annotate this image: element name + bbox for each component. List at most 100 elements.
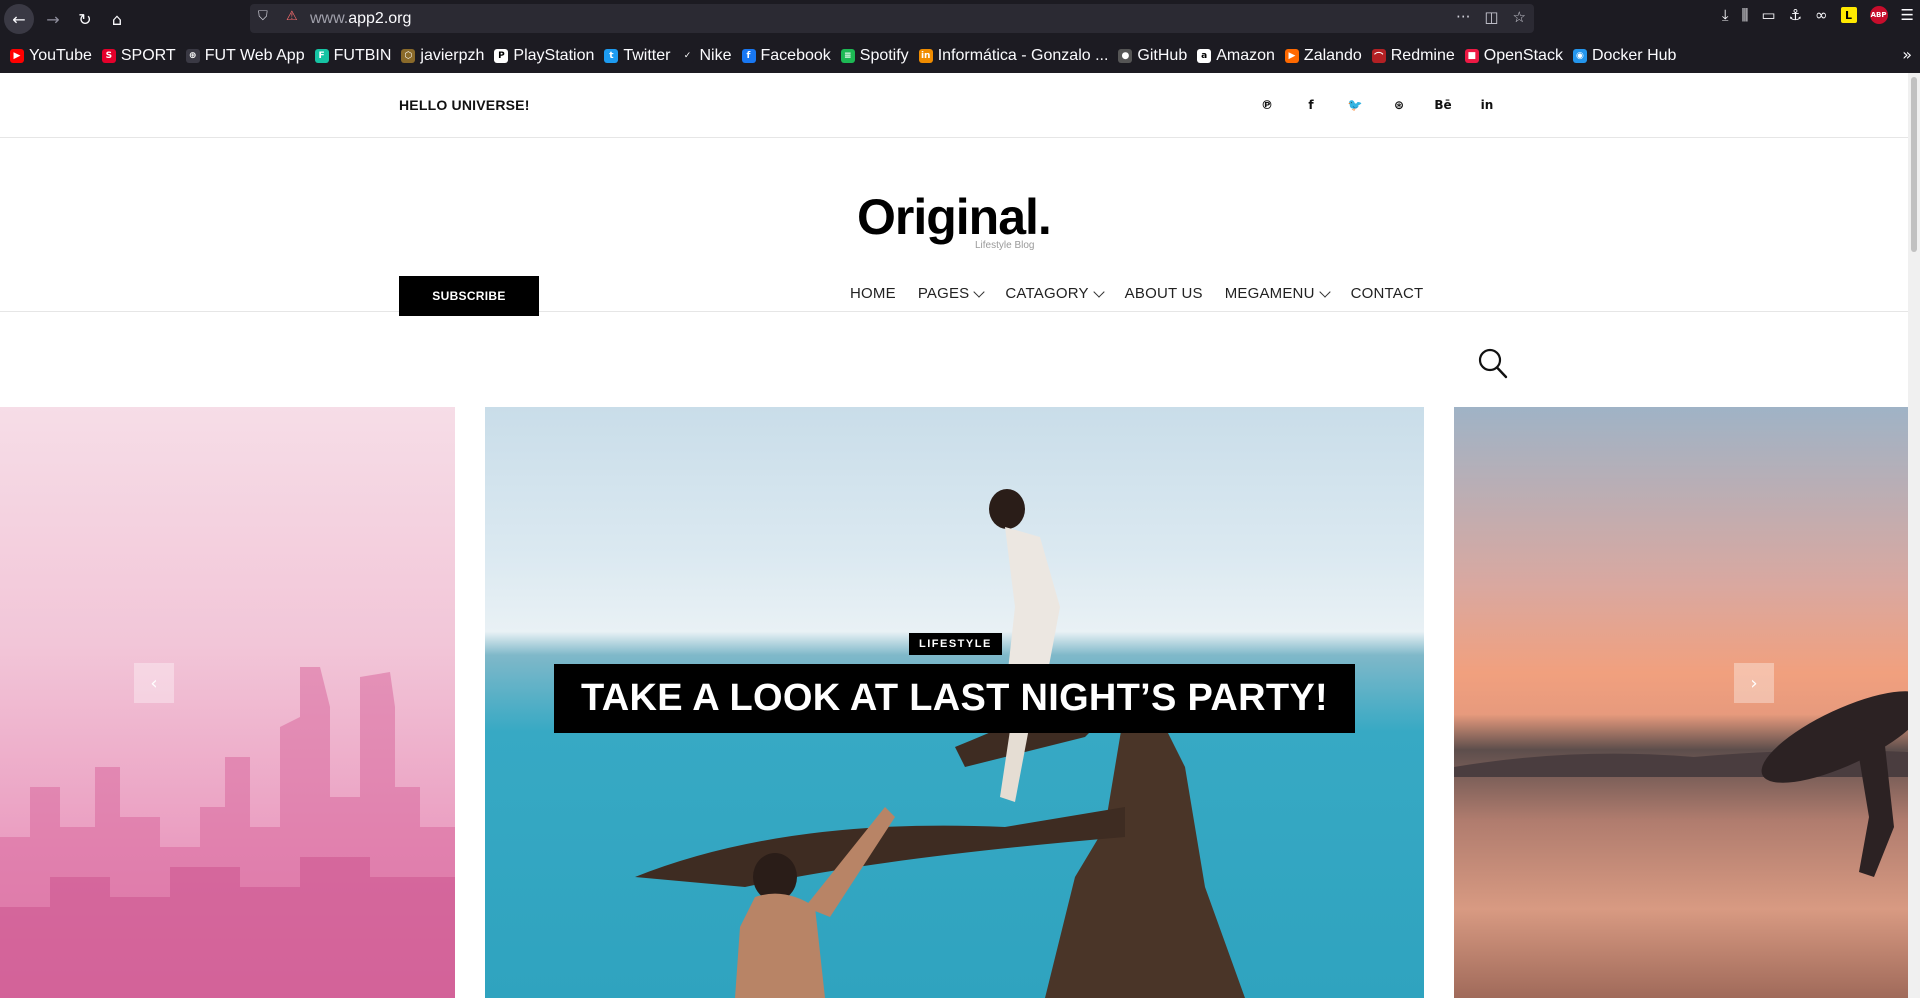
bookmarks-overflow-icon[interactable]: »	[1902, 45, 1912, 64]
globe-icon: ⊕	[185, 49, 200, 63]
site-logo[interactable]: Original.	[857, 188, 1052, 246]
nike-icon: ✓	[680, 49, 695, 63]
bookmark-label: Amazon	[1216, 47, 1275, 64]
url-bar[interactable]: ⛉ ⚠ www.app2.org ··· ◫ ☆	[250, 4, 1534, 33]
nav-item-catagory[interactable]: CATAGORY	[1005, 285, 1105, 302]
reload-button[interactable]: ↻	[70, 4, 100, 34]
bookmark-futbin[interactable]: F FUTBIN	[314, 47, 392, 65]
bookmark-docker[interactable]: ◉ Docker Hub	[1572, 47, 1677, 65]
bookmark-label: FUTBIN	[333, 47, 392, 64]
tracking-shield-icon[interactable]: ⛉	[258, 9, 268, 24]
dribbble-icon[interactable]: ⊛	[1377, 95, 1421, 115]
adblock-plus-icon[interactable]: ABP	[1869, 6, 1888, 24]
facebook-icon[interactable]: f	[1289, 95, 1333, 115]
url-text[interactable]: www.app2.org	[310, 10, 411, 28]
insecure-lock-icon[interactable]: ⚠	[286, 9, 298, 24]
facebook-icon: f	[741, 49, 756, 63]
home-button[interactable]: ⌂	[102, 4, 132, 34]
bookmark-label: Nike	[699, 47, 732, 64]
playstation-icon: P	[494, 49, 509, 63]
city-skyline-image	[0, 667, 455, 998]
bookmark-label: FUT Web App	[204, 47, 305, 64]
chevron-down-icon	[1318, 285, 1331, 298]
page-scrollbar[interactable]	[1908, 73, 1920, 998]
chevron-down-icon	[1093, 285, 1105, 298]
bookmark-label: Informática - Gonzalo ...	[937, 47, 1109, 64]
twitter-icon[interactable]: 🐦	[1333, 95, 1377, 115]
bookmark-amazon[interactable]: a Amazon	[1197, 47, 1275, 65]
bookmark-javierpzh[interactable]: ⬡ javierpzh	[401, 47, 484, 65]
github-icon: ●	[1118, 49, 1133, 63]
page-actions-icon[interactable]: ···	[1456, 8, 1470, 26]
spotify-icon: ≡	[840, 49, 855, 63]
scrollbar-thumb[interactable]	[1911, 77, 1917, 252]
bookmark-label: Spotify	[859, 47, 909, 64]
top-bar: HELLO UNIVERSE! ℗ f 🐦 ⊛ Bē in	[0, 73, 1908, 138]
redmine-icon: ⌒	[1371, 49, 1386, 63]
nav-item-home[interactable]: HOME	[850, 285, 896, 302]
slider-prev-button[interactable]: ‹	[134, 663, 174, 703]
main-nav-row	[0, 312, 1908, 407]
bookmark-sport[interactable]: S SPORT	[101, 47, 176, 65]
pinterest-icon[interactable]: ℗	[1245, 95, 1289, 115]
bookmark-label: Redmine	[1390, 47, 1455, 64]
bookmark-star-icon[interactable]: ☆	[1513, 8, 1526, 26]
bookmark-spotify[interactable]: ≡ Spotify	[840, 47, 909, 65]
downloads-icon[interactable]: ⤓	[1722, 6, 1729, 24]
category-badge[interactable]: LIFESTYLE	[909, 633, 1002, 655]
bookmark-twitter[interactable]: t Twitter	[604, 47, 670, 65]
bookmark-globe[interactable]: ⊕ FUT Web App	[185, 47, 305, 65]
chevron-down-icon	[973, 285, 986, 298]
bookmark-label: Docker Hub	[1591, 47, 1677, 64]
bookmark-redmine[interactable]: ⌒ Redmine	[1371, 47, 1455, 65]
sport-icon: S	[101, 49, 116, 63]
bookmark-zalando[interactable]: ▶ Zalando	[1284, 47, 1362, 65]
bookmarks-toolbar: ▶ YouTube S SPORT ⊕ FUT Web App F FUTBIN ⬡ javier…	[0, 44, 1920, 68]
bookmark-github[interactable]: ● GitHub	[1118, 47, 1187, 65]
bookmark-openstack[interactable]: ■ OpenStack	[1464, 47, 1563, 65]
menu-icon[interactable]: ☰	[1901, 6, 1914, 24]
nav-item-pages[interactable]: PAGES	[917, 285, 986, 302]
nav-item-megamenu[interactable]: MEGAMENU	[1224, 285, 1331, 302]
nav-item-contact[interactable]: CONTACT	[1351, 285, 1424, 302]
web-page: HELLO UNIVERSE! ℗ f 🐦 ⊛ Bē in Original. Lifes…	[0, 73, 1908, 998]
bookmark-youtube[interactable]: ▶ YouTube	[10, 47, 92, 65]
library-icon[interactable]: ⫼	[1742, 6, 1749, 24]
bookmark-label: YouTube	[29, 47, 92, 64]
behance-icon[interactable]: Bē	[1421, 95, 1465, 115]
site-tagline: Lifestyle Blog	[975, 240, 1035, 251]
bookmark-label: Zalando	[1303, 47, 1362, 64]
bookmark-informatica[interactable]: in Informática - Gonzalo ...	[918, 47, 1109, 65]
bookmark-playstation[interactable]: P PlayStation	[494, 47, 594, 65]
back-button[interactable]: ←	[4, 4, 34, 34]
subscribe-button[interactable]: SUBSCRIBE	[399, 276, 539, 316]
extension-mask-icon[interactable]: ∞	[1815, 6, 1828, 24]
browser-chrome: ← → ↻ ⌂ ⛉ ⚠ www.app2.org ··· ◫ ☆ ⤓ ⫼ ▭ ⚓…	[0, 0, 1920, 73]
bookmark-facebook[interactable]: f Facebook	[741, 47, 831, 65]
bookmark-nike[interactable]: ✓ Nike	[680, 47, 732, 65]
nav-item-label: PAGES	[917, 285, 970, 302]
extension-yellow-icon[interactable]: L	[1840, 7, 1857, 23]
forward-button[interactable]: →	[38, 4, 68, 34]
main-nav: HOME PAGES CATAGORY ABOUT US MEGAMENU CONTACT	[850, 285, 1445, 302]
slide-beach-sunset[interactable]	[1454, 407, 1908, 998]
nav-item-about-us[interactable]: ABOUT US	[1125, 285, 1203, 302]
futbin-icon: F	[314, 49, 329, 63]
nav-item-label: MEGAMENU	[1224, 285, 1315, 302]
bookmark-label: SPORT	[120, 47, 176, 64]
extension-anchor-icon[interactable]: ⚓	[1789, 6, 1802, 24]
nav-item-label: ABOUT US	[1124, 285, 1203, 302]
bookmark-label: javierpzh	[420, 47, 485, 64]
browser-toolbar: ← → ↻ ⌂ ⛉ ⚠ www.app2.org ··· ◫ ☆ ⤓ ⫼ ▭ ⚓…	[0, 0, 1920, 37]
amazon-icon: a	[1197, 49, 1212, 63]
url-prefix: www.	[310, 10, 349, 27]
pocket-icon[interactable]: ◫	[1484, 8, 1498, 26]
slide-city-pink[interactable]	[0, 407, 455, 998]
sidebar-icon[interactable]: ▭	[1761, 6, 1775, 24]
slide-title[interactable]: TAKE A LOOK AT LAST NIGHT’S PARTY!	[554, 664, 1355, 733]
nav-item-label: CATAGORY	[1005, 285, 1089, 302]
slider-next-button[interactable]: ›	[1734, 663, 1774, 703]
youtube-icon: ▶	[10, 49, 24, 63]
linkedin-icon[interactable]: in	[1465, 95, 1509, 115]
search-icon[interactable]	[1478, 348, 1508, 380]
